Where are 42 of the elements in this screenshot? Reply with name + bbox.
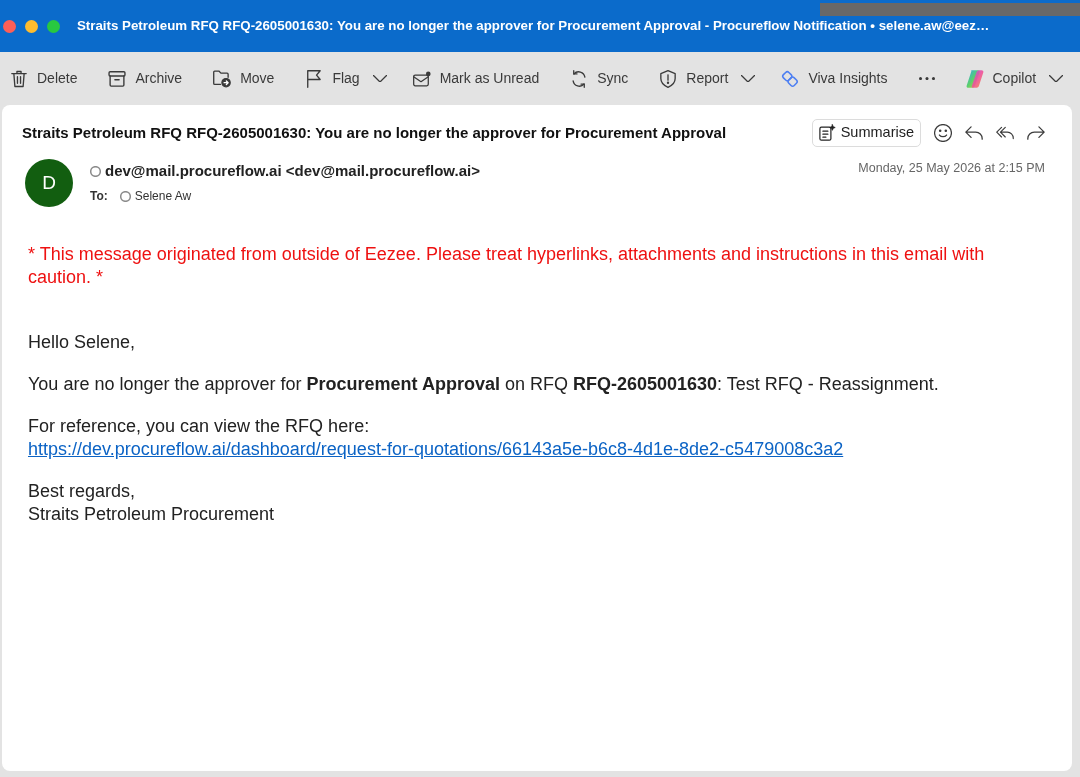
toolbar-button[interactable]: Viva Insights: [776, 64, 893, 93]
message-subject: Straits Petroleum RFQ RFQ-2605001630: You are no longer the approver for Procurement Approval: [22, 122, 727, 143]
toolbar-button[interactable]: Mark as Unread: [407, 64, 545, 93]
rfq-link[interactable]: https://dev.procureflow.ai/dashboard/request-for-quotations/66143a5e-b6c8-4d1e-8de2-c5479008c3a2: [28, 438, 844, 459]
toolbar-button[interactable]: Copilot: [960, 64, 1064, 93]
folder-arrow-icon: [213, 69, 232, 88]
summarise-button[interactable]: Summarise: [811, 119, 921, 147]
archive-icon: [108, 69, 127, 88]
body-paragraph: You are no longer the approver for Procurement Approval on RFQ RFQ-2605001630: Test RFQ - Reassignment.: [28, 372, 940, 396]
toolbar-button[interactable]: Delete: [5, 64, 83, 93]
shield-icon: [659, 69, 678, 88]
to-label: To:: [90, 188, 108, 206]
toolbar-button[interactable]: Archive: [103, 64, 188, 93]
toolbar-button[interactable]: Report: [654, 64, 756, 93]
caret-icon: [1049, 74, 1064, 83]
envelope-icon: [412, 69, 431, 88]
minimize-window-button[interactable]: [25, 19, 38, 33]
sign-off: Best regards, Straits Petroleum Procurement: [28, 479, 276, 526]
smiley-icon[interactable]: [934, 123, 952, 142]
flag-icon: [305, 69, 324, 88]
linked-shapes-icon: [781, 69, 800, 88]
warning-text: * This message originated from outside of Eezee. Please treat hyperlinks, attachments and instructions in this email with caution. *: [28, 242, 986, 289]
document-sparkle-icon: [818, 124, 836, 142]
message-date: Monday, 25 May 2026 at 2:15 PM: [858, 159, 1045, 177]
window-title: Straits Petroleum RFQ RFQ-2605001630: You are no longer the approver for Procurement Approval - Procureflow Notification • selene.aw@eez…: [77, 17, 990, 36]
caret-icon: [372, 74, 387, 83]
toolbar-button[interactable]: Flag: [300, 64, 387, 93]
avatar: D: [25, 158, 73, 207]
status-ring-icon: [119, 190, 131, 202]
toolbar-button[interactable]: Move: [208, 64, 280, 93]
trash-icon: [10, 69, 28, 88]
sender-address[interactable]: dev@mail.procureflow.ai <dev@mail.procureflow.ai>: [105, 159, 480, 183]
toolbar-button[interactable]: Sync: [565, 64, 634, 93]
reply-icon[interactable]: [965, 123, 983, 142]
more-icon: [918, 76, 935, 81]
recipient-name[interactable]: Selene Aw: [134, 187, 192, 206]
body-text: For reference, you can view the RFQ here:: [28, 415, 370, 436]
status-ring-icon: [90, 165, 101, 177]
caret-icon: [741, 74, 756, 83]
forward-icon[interactable]: [1027, 123, 1045, 142]
body-paragraph: Hello Selene,: [28, 330, 137, 354]
logo-icon: [965, 69, 984, 88]
